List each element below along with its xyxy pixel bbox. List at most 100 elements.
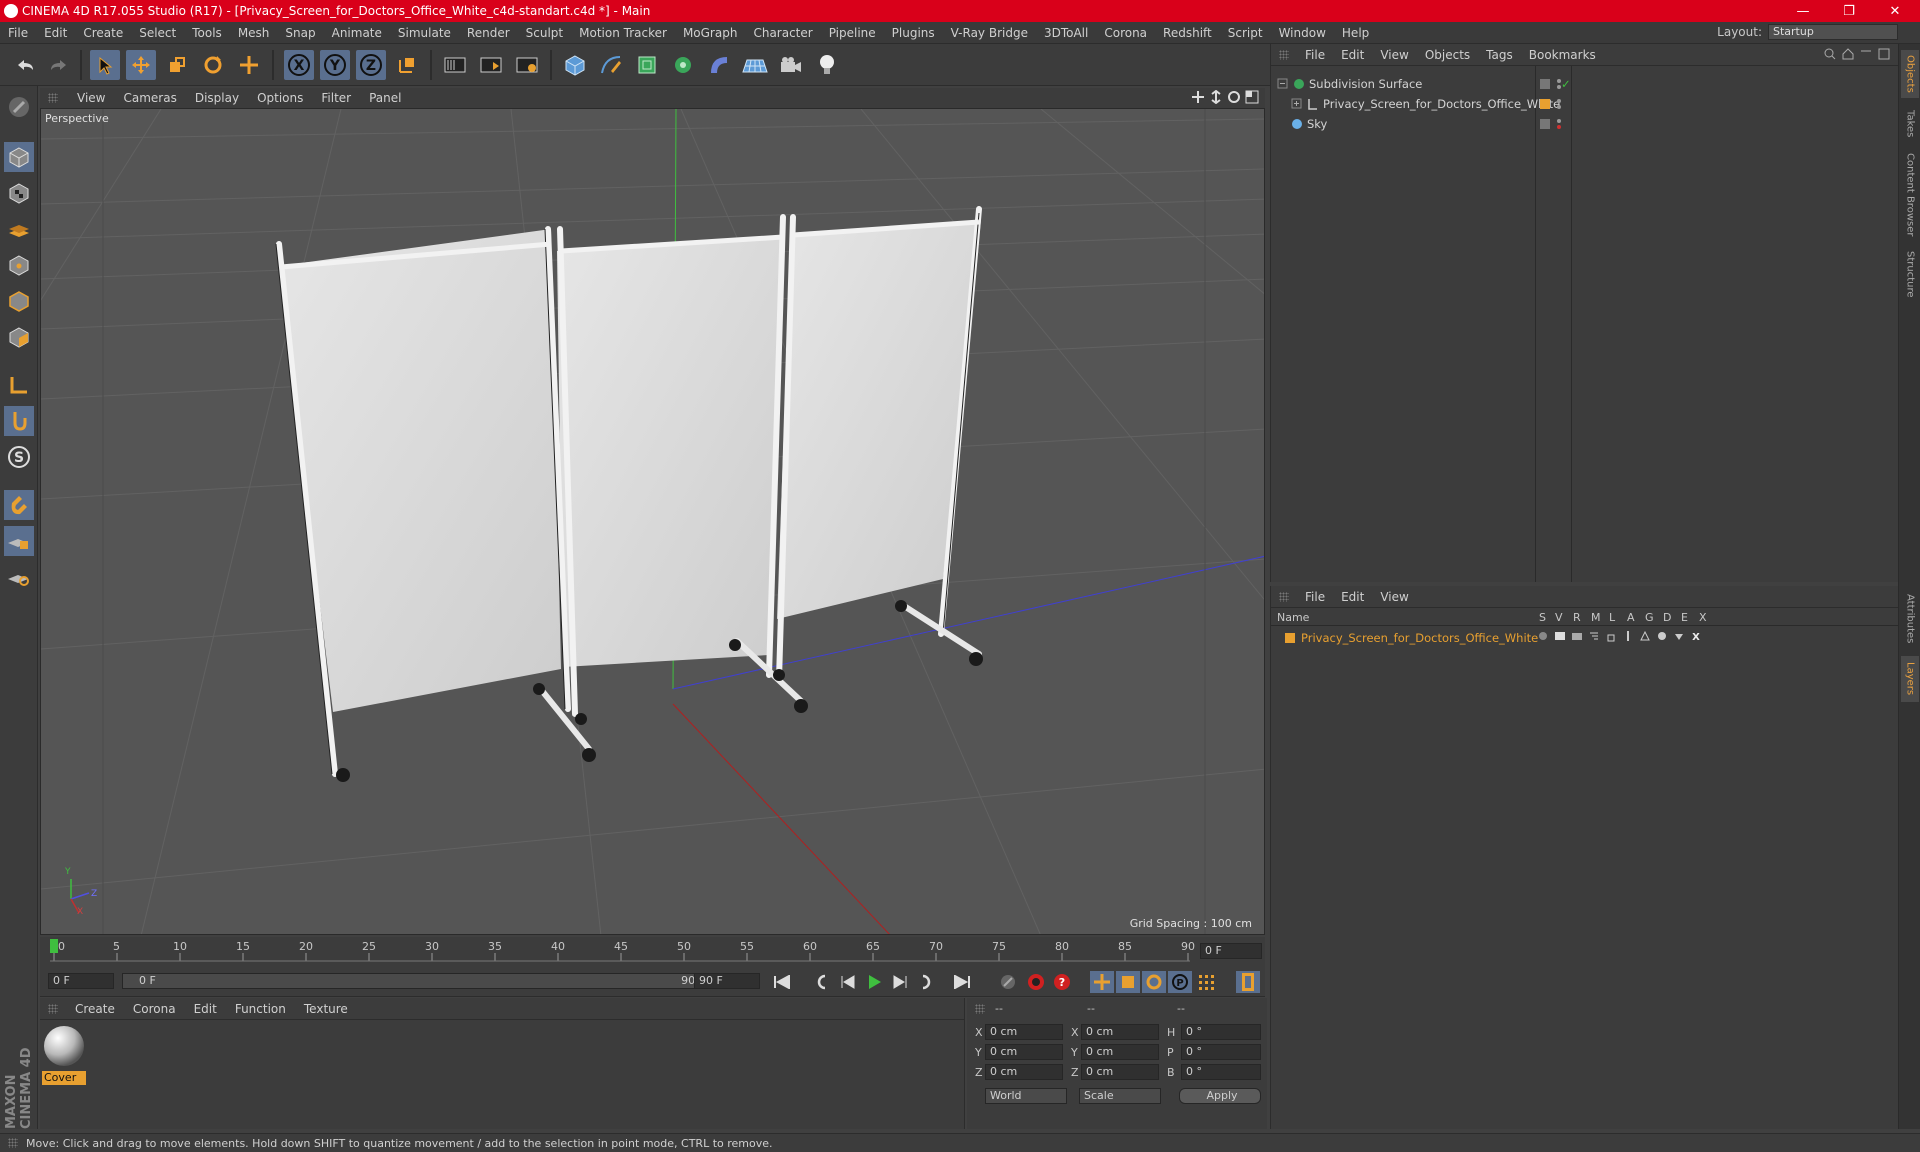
menu-animate[interactable]: Animate	[324, 26, 390, 40]
viewport-dolly-icon[interactable]	[1209, 90, 1223, 104]
menu-3dtoall[interactable]: 3DToAll	[1036, 26, 1096, 40]
timeline-ruler[interactable]: 0 5 10 15 20 25 30 35 40 45 50 55 60 65 …	[40, 937, 1265, 965]
position-x-field[interactable]: 0 cm	[985, 1024, 1063, 1040]
planar-workplane-icon[interactable]	[4, 562, 34, 592]
layer-name[interactable]: Privacy_Screen_for_Doctors_Office_White	[1301, 631, 1538, 645]
material-menu-edit[interactable]: Edit	[185, 1002, 226, 1016]
layer-tag-icon[interactable]	[1539, 118, 1551, 130]
menu-script[interactable]: Script	[1220, 26, 1271, 40]
perspective-viewport[interactable]: Perspective Y Z X Grid Spacing : 100 cm	[40, 108, 1265, 935]
tab-layers[interactable]: Layers	[1901, 656, 1919, 702]
layer-color-swatch-icon[interactable]	[1283, 632, 1297, 644]
autokey-icon[interactable]	[1024, 971, 1048, 993]
view-eye-icon[interactable]	[1554, 630, 1566, 642]
model-mode-icon[interactable]	[4, 142, 34, 172]
deformer-icon[interactable]	[1656, 630, 1668, 642]
cloner-icon[interactable]	[668, 50, 698, 80]
key-scale-icon[interactable]	[1116, 971, 1140, 993]
viewport-menu-options[interactable]: Options	[248, 91, 312, 105]
workplane-icon[interactable]	[4, 214, 34, 244]
redo-icon[interactable]	[44, 50, 74, 80]
next-keyframe-icon[interactable]	[914, 971, 938, 993]
lm-menu-file[interactable]: File	[1297, 590, 1333, 604]
start-frame-field[interactable]: 0 F	[48, 973, 114, 989]
layer-tag-icon[interactable]	[1539, 78, 1551, 90]
menu-character[interactable]: Character	[745, 26, 820, 40]
rotate-tool-icon[interactable]	[198, 50, 228, 80]
lm-menu-view[interactable]: View	[1372, 590, 1416, 604]
solo-dot-icon[interactable]	[1537, 630, 1549, 642]
key-parameter-icon[interactable]: P	[1168, 971, 1192, 993]
key-position-icon[interactable]	[1090, 971, 1114, 993]
lm-menu-edit[interactable]: Edit	[1333, 590, 1372, 604]
scale-tool-icon[interactable]	[162, 50, 192, 80]
floor-grid-icon[interactable]	[740, 50, 770, 80]
go-to-start-icon[interactable]	[770, 971, 794, 993]
cube-primitive-icon[interactable]	[560, 50, 590, 80]
animation-icon[interactable]	[1622, 630, 1634, 642]
prev-keyframe-icon[interactable]	[810, 971, 834, 993]
tab-takes[interactable]: Takes	[1901, 104, 1919, 144]
generator-icon[interactable]	[1639, 630, 1651, 642]
tab-attributes[interactable]: Attributes	[1901, 588, 1919, 650]
layer-row[interactable]: Privacy_Screen_for_Doctors_Office_White …	[1271, 628, 1898, 648]
collapse-icon[interactable]	[1277, 78, 1289, 90]
expand-icon[interactable]	[1291, 98, 1303, 110]
menu-mograph[interactable]: MoGraph	[675, 26, 746, 40]
subdivision-surface-icon[interactable]	[632, 50, 662, 80]
menu-vray-bridge[interactable]: V-Ray Bridge	[943, 26, 1036, 40]
play-icon[interactable]	[862, 971, 886, 993]
menu-snap[interactable]: Snap	[277, 26, 323, 40]
magnet-icon[interactable]	[4, 490, 34, 520]
lock-icon[interactable]	[1605, 630, 1617, 642]
render-settings-icon[interactable]	[512, 50, 542, 80]
object-row-subdivision-surface[interactable]: Subdivision Surface ✓	[1271, 74, 1898, 94]
size-x-field[interactable]: 0 cm	[1081, 1024, 1159, 1040]
om-menu-tags[interactable]: Tags	[1478, 48, 1521, 62]
visibility-dots-icon[interactable]	[1554, 97, 1564, 111]
material-menu-create[interactable]: Create	[66, 1002, 124, 1016]
menu-tools[interactable]: Tools	[184, 26, 230, 40]
search-icon[interactable]	[1824, 48, 1836, 60]
frame-range-slider[interactable]: 0 F 90 F	[122, 973, 722, 989]
object-row-sky[interactable]: Sky	[1271, 114, 1898, 134]
coordinate-mode-dropdown[interactable]: World	[985, 1088, 1067, 1104]
menu-simulate[interactable]: Simulate	[390, 26, 459, 40]
current-frame-field[interactable]: 0 F	[1200, 943, 1262, 959]
menu-file[interactable]: File	[0, 26, 36, 40]
menu-pipeline[interactable]: Pipeline	[821, 26, 884, 40]
polygons-mode-icon[interactable]	[4, 322, 34, 352]
menu-create[interactable]: Create	[75, 26, 131, 40]
record-keys-icon[interactable]	[996, 971, 1020, 993]
rotation-p-field[interactable]: 0 °	[1181, 1044, 1261, 1060]
menu-plugins[interactable]: Plugins	[884, 26, 943, 40]
keyframe-selection-icon[interactable]: ?	[1050, 971, 1074, 993]
layout-dropdown[interactable]: Startup	[1768, 24, 1898, 40]
render-view-icon[interactable]	[440, 50, 470, 80]
undo-icon[interactable]	[10, 50, 40, 80]
tab-objects[interactable]: Objects	[1901, 50, 1919, 98]
menu-edit[interactable]: Edit	[36, 26, 75, 40]
material-menu-corona[interactable]: Corona	[124, 1002, 185, 1016]
viewport-menu-view[interactable]: View	[68, 91, 114, 105]
render-picture-viewer-icon[interactable]	[476, 50, 506, 80]
spline-pen-icon[interactable]	[596, 50, 626, 80]
rotation-h-field[interactable]: 0 °	[1181, 1024, 1261, 1040]
om-menu-file[interactable]: File	[1297, 48, 1333, 62]
tweak-mode-icon[interactable]	[4, 406, 34, 436]
menu-mesh[interactable]: Mesh	[230, 26, 278, 40]
layer-color-icon[interactable]	[1539, 98, 1551, 110]
menu-render[interactable]: Render	[459, 26, 518, 40]
size-z-field[interactable]: 0 cm	[1081, 1064, 1159, 1080]
om-menu-edit[interactable]: Edit	[1333, 48, 1372, 62]
position-y-field[interactable]: 0 cm	[985, 1044, 1063, 1060]
size-mode-dropdown[interactable]: Scale	[1079, 1088, 1161, 1104]
go-to-end-icon[interactable]	[950, 971, 974, 993]
filter-icon[interactable]	[1860, 48, 1872, 60]
z-axis-lock-icon[interactable]: Z	[356, 50, 386, 80]
viewport-move-icon[interactable]	[1191, 90, 1205, 104]
tab-structure[interactable]: Structure	[1901, 246, 1919, 302]
select-arrow-icon[interactable]	[90, 50, 120, 80]
y-axis-lock-icon[interactable]: Y	[320, 50, 350, 80]
viewport-rotate-icon[interactable]	[1227, 90, 1241, 104]
